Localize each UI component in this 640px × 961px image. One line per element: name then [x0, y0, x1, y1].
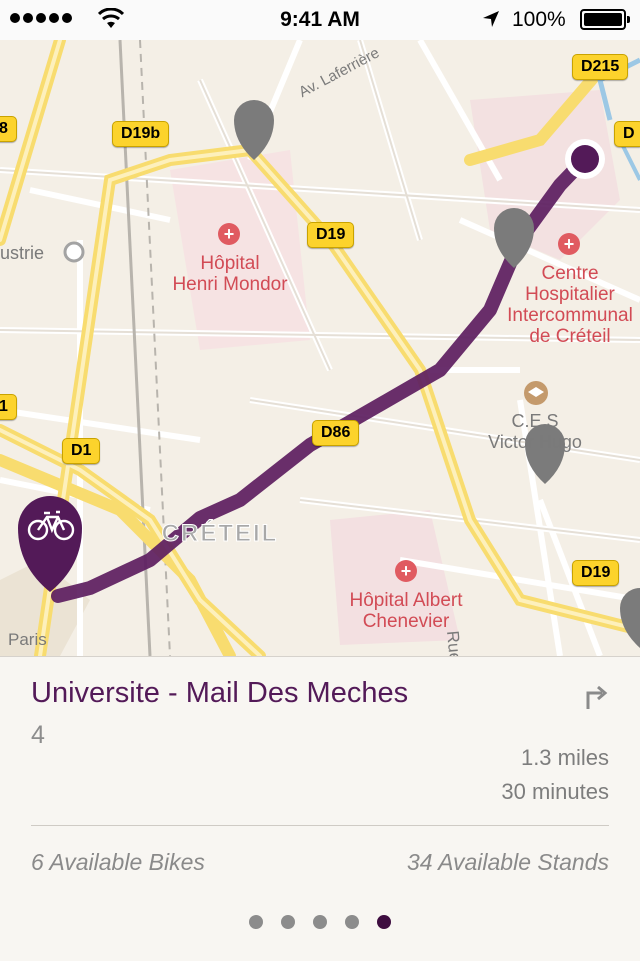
status-bar: 9:41 AM 100%	[0, 0, 640, 40]
station-info-card[interactable]: Universite - Mail Des Meches 4 1.3 miles…	[0, 656, 640, 961]
road-shield-d19-south: D19	[572, 560, 620, 586]
label-hopital-henri-mondor: Hôpital Henri Mondor	[172, 253, 288, 295]
label-city-creteil: CRÉTEIL	[161, 520, 279, 547]
page-dot-active[interactable]	[377, 915, 391, 929]
directions-icon[interactable]	[582, 683, 610, 711]
road-shield-d19: D19	[307, 222, 355, 248]
hospital-icon: +	[395, 560, 417, 582]
page-dot[interactable]	[281, 915, 295, 929]
label-rue: Rue	[443, 630, 465, 656]
station-number: 4	[31, 721, 45, 749]
label-paris: Paris	[8, 630, 47, 649]
road-shield-partial-left-2: 1	[0, 394, 17, 420]
available-bikes: 6 Available Bikes	[31, 849, 205, 875]
label-school: C.E.S Victor Hugo	[488, 411, 582, 452]
label-industrie: ustrie	[0, 243, 45, 263]
road-shield-d215: D215	[572, 54, 629, 80]
map-view[interactable]: D215 D19b D19 D86 D1 D19 8 D 1 + Hôpital…	[0, 40, 640, 656]
route-duration: 30 minutes	[501, 779, 609, 804]
hospital-icon: +	[218, 223, 240, 245]
road-shield-partial-left: 8	[0, 116, 17, 142]
page-dot[interactable]	[313, 915, 327, 929]
road-shield-d86: D86	[312, 420, 360, 446]
label-hopital-albert-chenevier: Hôpital Albert Chenevier	[349, 590, 463, 632]
map-base	[0, 40, 640, 656]
card-divider	[31, 825, 609, 826]
page-dot[interactable]	[249, 915, 263, 929]
page-indicator[interactable]	[0, 915, 640, 929]
road-shield-d19b: D19b	[112, 121, 170, 147]
hospital-icon: +	[558, 233, 580, 255]
label-centre-hospitalier: Centre Hospitalier Intercommunal de Créteil	[507, 263, 633, 347]
road-shield-d1: D1	[62, 438, 101, 464]
location-arrow-icon	[483, 11, 499, 27]
station-name: Universite - Mail Des Meches	[31, 677, 409, 709]
battery-icon	[580, 9, 630, 30]
road-shield-partial-right: D	[614, 121, 640, 147]
page-dot[interactable]	[345, 915, 359, 929]
battery-percentage: 100%	[512, 8, 566, 31]
available-stands: 34 Available Stands	[406, 849, 609, 875]
route-distance: 1.3 miles	[520, 745, 609, 770]
